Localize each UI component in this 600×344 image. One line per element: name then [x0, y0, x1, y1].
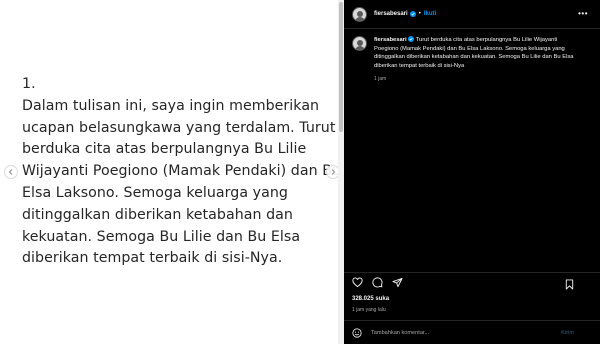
share-icon[interactable] [392, 277, 403, 288]
action-icons [352, 277, 403, 288]
avatar[interactable] [352, 36, 367, 51]
post-timestamp: 1 jam yang lalu [352, 307, 386, 313]
slide-text: 1. Dalam tulisan ini, saya ingin memberi… [22, 74, 342, 270]
verified-badge-icon [408, 36, 415, 42]
save-button[interactable] [564, 277, 575, 295]
bookmark-icon [565, 279, 574, 290]
comment-bar: Kirim [344, 320, 600, 344]
more-options-button[interactable]: ••• [578, 10, 588, 18]
post-comment-button[interactable]: Kirim [561, 330, 574, 336]
comment-input[interactable] [371, 330, 551, 336]
slide-line: Elsa Laksono. Semoga keluarga yang [22, 184, 288, 201]
slide-line: Dalam tulisan ini, saya ingin memberikan [22, 97, 320, 114]
heart-icon[interactable] [352, 277, 363, 288]
emoji-icon[interactable] [352, 328, 362, 338]
slide-line: berduka cita atas berpulangnya Bu Lilie [22, 141, 307, 158]
post-image-slide: 1. Dalam tulisan ini, saya ingin memberi… [0, 0, 344, 344]
post-actions: 328.025 suka 1 jam yang lalu Kirim [344, 272, 600, 344]
avatar[interactable] [352, 6, 367, 22]
verified-badge-icon [409, 11, 416, 17]
slide-line: 1. [22, 76, 36, 92]
slide-line: diberikan tempat terbaik di sisi-Nya. [22, 250, 283, 267]
caption-text: fiersabesari Turut berduka cita atas ber… [374, 36, 574, 70]
comment-icon[interactable] [372, 277, 383, 288]
slide-line: ucapan belasungkawa yang terdalam. Turut [22, 119, 336, 136]
slide-line: Wijayanti Poegiono (Mamak Pendaki) dan B… [22, 163, 342, 180]
slide-line: kekuatan. Semoga Bu Lilie dan Bu Elsa [22, 228, 301, 245]
like-count[interactable]: 328.025 suka [352, 296, 389, 302]
caption-body: fiersabesari Turut berduka cita atas ber… [374, 36, 574, 82]
slide-line: ditinggalkan diberikan ketabahan dan [22, 206, 293, 223]
author-username[interactable]: fiersabesari [374, 11, 408, 17]
caption-username[interactable]: fiersabesari [374, 37, 407, 43]
previous-slide-button[interactable] [4, 165, 18, 179]
chevron-left-icon [8, 169, 13, 175]
post-caption: fiersabesari Turut berduka cita atas ber… [352, 36, 592, 82]
separator-dot: • [418, 11, 421, 17]
follow-button[interactable]: Ikuti [424, 11, 436, 17]
scrollbar-thumb[interactable] [339, 2, 343, 132]
caption-timestamp: 1 jam [374, 76, 387, 83]
post-header: fiersabesari • Ikuti ••• [344, 0, 600, 29]
comments-panel: fiersabesari • Ikuti ••• fiersabesari Tu… [344, 0, 600, 344]
chevron-right-icon [331, 169, 336, 175]
